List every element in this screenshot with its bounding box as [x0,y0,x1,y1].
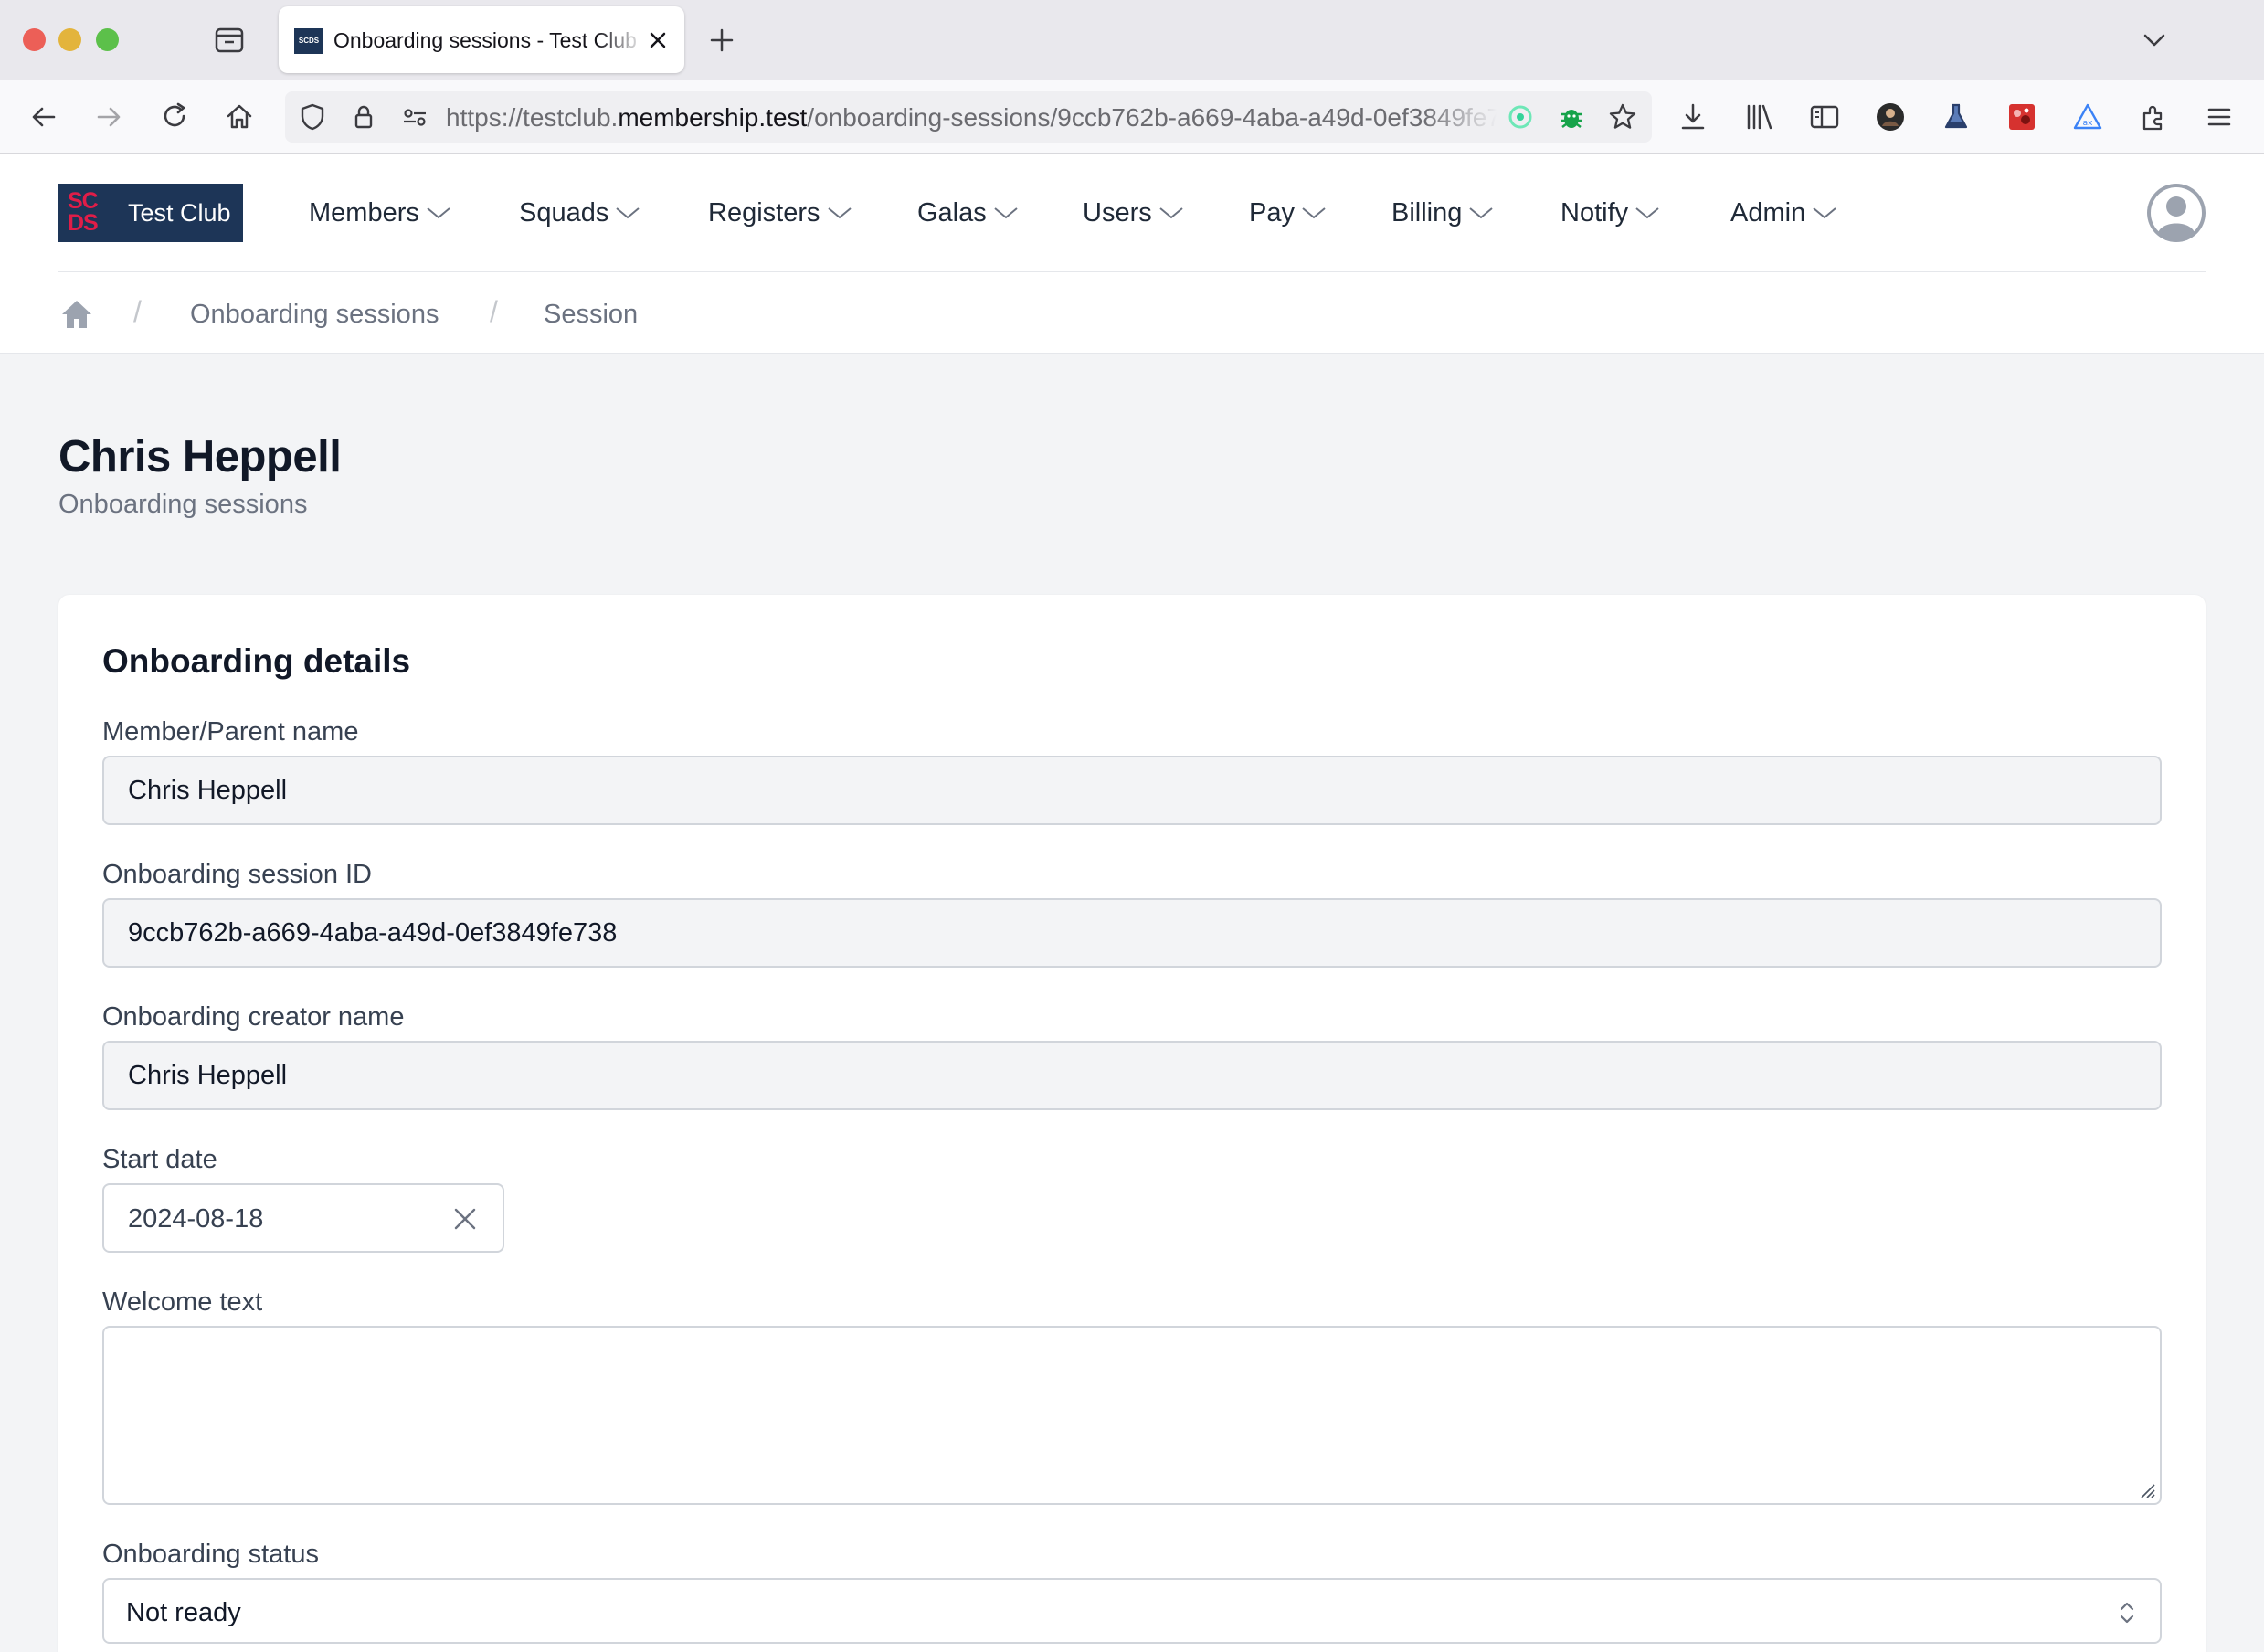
window-close-button[interactable] [23,28,46,51]
url-text[interactable]: https://testclub.membership.test/onboard… [446,102,1497,133]
nav-menu-notify[interactable]: Notify [1560,195,1661,231]
chevron-down-icon [1159,207,1183,219]
extension-ring-icon[interactable] [1504,101,1537,133]
chevron-down-icon [616,207,640,219]
window-maximize-button[interactable] [96,28,119,51]
window-minimize-button[interactable] [58,28,81,51]
nav-menu-registers[interactable]: Registers [708,195,853,231]
clear-date-icon[interactable] [450,1203,481,1234]
chevron-down-icon [1469,207,1494,219]
browser-navbar: https://testclub.membership.test/onboard… [0,80,2264,154]
extensions-icon[interactable] [2133,97,2174,137]
chevron-down-icon [994,207,1018,219]
profile-avatar-icon[interactable] [1870,97,1910,137]
nav-menu-users[interactable]: Users [1083,195,1185,231]
star-icon[interactable] [1606,101,1639,133]
browser-tab-active[interactable]: SCDS Onboarding sessions - Test Club [279,6,684,73]
breadcrumb-separator: / [133,295,142,328]
nav-menu-members[interactable]: Members [309,195,452,231]
nav-menu-billing[interactable]: Billing [1391,195,1495,231]
breadcrumb-onboarding-sessions[interactable]: Onboarding sessions [190,298,439,331]
brand-logo[interactable]: SC DS Test Club [58,184,243,242]
reload-icon[interactable] [153,95,196,139]
session-id-field[interactable] [102,898,2162,968]
browser-tab-strip: SCDS Onboarding sessions - Test Club [0,0,2264,80]
chevron-down-icon [1302,207,1326,219]
library-icon[interactable] [1739,97,1779,137]
onboarding-details-card: Onboarding details Member/Parent name On… [58,595,2206,1652]
nav-menu-admin[interactable]: Admin [1730,195,1838,231]
page-title: Chris Heppell [58,432,342,482]
nav-menu-pay[interactable]: Pay [1249,195,1328,231]
onboarding-status-select[interactable]: Not ready [102,1578,2162,1644]
breadcrumb-session[interactable]: Session [544,298,638,331]
select-arrows-icon [2120,1602,2134,1624]
new-tab-icon[interactable] [705,24,738,57]
back-icon[interactable] [22,95,66,139]
svg-text:ax: ax [2083,119,2094,128]
tab-manager-icon[interactable] [210,24,249,57]
colorful-extension-icon[interactable] [2002,97,2042,137]
brand-name: Test Club [128,199,231,227]
chevron-down-icon [827,207,852,219]
resize-handle-icon[interactable] [2136,1479,2156,1499]
tab-title: Onboarding sessions - Test Club [333,28,637,52]
chevron-down-icon [427,207,450,219]
member-name-field[interactable] [102,756,2162,825]
onboarding-status-label: Onboarding status [102,1540,319,1569]
address-bar[interactable]: https://testclub.membership.test/onboard… [285,91,1652,143]
welcome-text-field[interactable] [102,1326,2162,1505]
nav-menu-squads[interactable]: Squads [519,195,641,231]
tab-close-icon[interactable] [642,25,673,56]
breadcrumb-home-icon[interactable] [58,296,95,333]
site-favicon-icon: SCDS [294,28,323,54]
permissions-icon[interactable] [398,101,431,133]
menu-icon[interactable] [2199,97,2239,137]
header-divider [58,271,2206,272]
start-date-field[interactable]: 2024-08-18 [102,1183,504,1253]
nav-menu-galas[interactable]: Galas [917,195,1020,231]
download-icon[interactable] [1673,97,1713,137]
card-title: Onboarding details [102,642,411,680]
chevron-down-icon [1635,207,1659,219]
breadcrumb-separator: / [490,295,498,328]
brand-mark: SC DS [68,188,99,236]
tab-list-chevron-down-icon[interactable] [2138,24,2171,57]
welcome-text-label: Welcome text [102,1287,263,1317]
bug-icon[interactable] [1555,101,1588,133]
onboarding-status-value: Not ready [126,1598,241,1627]
home-icon[interactable] [217,95,261,139]
session-id-label: Onboarding session ID [102,860,372,889]
creator-name-label: Onboarding creator name [102,1002,405,1032]
user-avatar[interactable] [2147,184,2206,242]
flask-icon[interactable] [1936,97,1976,137]
start-date-label: Start date [102,1145,217,1174]
shield-icon[interactable] [296,101,329,133]
start-date-value: 2024-08-18 [128,1204,264,1234]
creator-name-field[interactable] [102,1041,2162,1110]
forward-icon[interactable] [87,95,131,139]
chevron-down-icon [1813,207,1836,219]
axe-icon[interactable]: ax [2068,97,2108,137]
sidebar-icon[interactable] [1804,97,1845,137]
site-header: SC DS Test Club Members Squads Registers… [0,154,2264,354]
member-name-label: Member/Parent name [102,717,359,747]
lock-icon[interactable] [347,101,380,133]
page-subtitle: Onboarding sessions [58,490,308,519]
